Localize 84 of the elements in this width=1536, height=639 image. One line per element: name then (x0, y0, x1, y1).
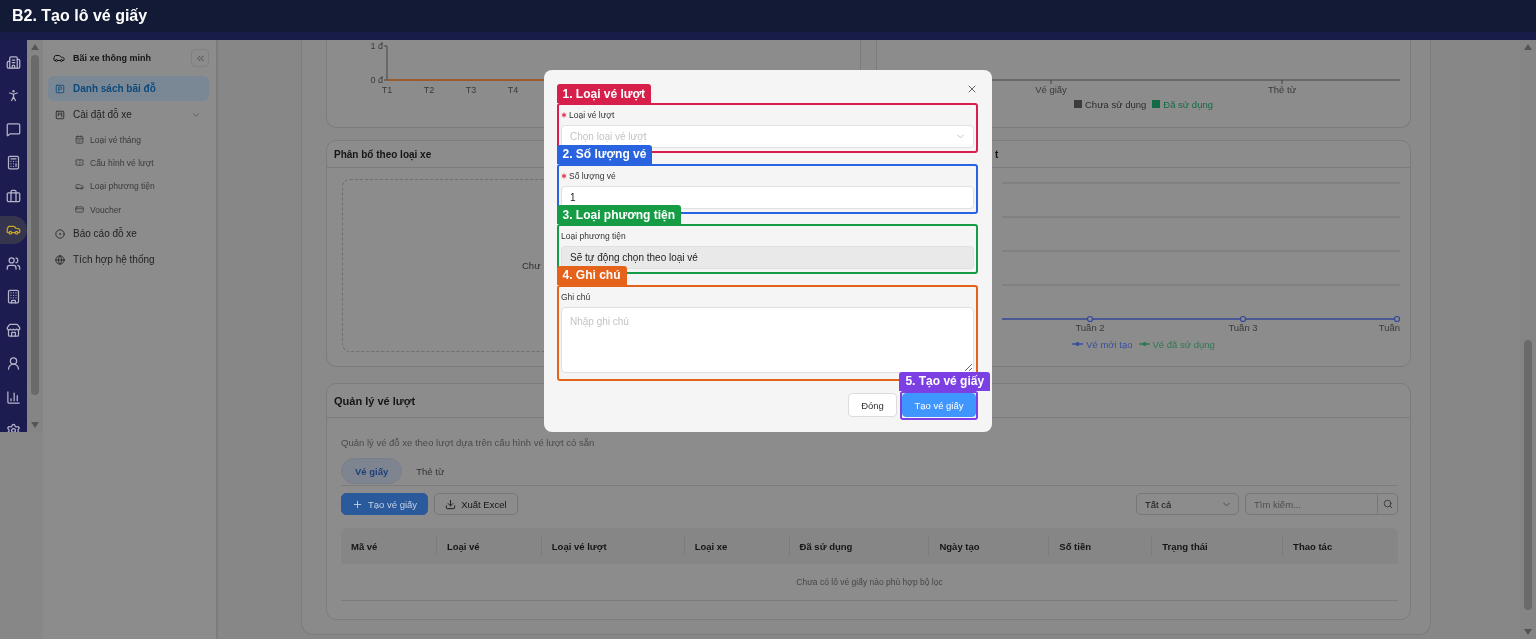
sidebar-subitem[interactable]: Loại phương tiện (48, 174, 209, 198)
step-tag: 5. Tạo vé giấy (899, 371, 991, 391)
x-tick-label: Thẻ từ (1268, 84, 1296, 95)
card-title: Quản lý vé lượt (334, 394, 416, 407)
card-title: t (995, 148, 999, 160)
note-field[interactable]: Nhập ghi chú (561, 306, 974, 373)
create-button[interactable]: Tạo vé giấy (902, 393, 976, 417)
chat-icon (6, 121, 21, 137)
column-header: Loại xe (683, 536, 789, 556)
field-label: Loại vé lượt (569, 110, 615, 120)
column-header: Loại vé (435, 536, 541, 556)
card-icon (75, 205, 84, 215)
office-icon (6, 289, 21, 304)
x-tick-label: T2 (423, 85, 435, 95)
board-icon (55, 109, 65, 120)
sidebar-item[interactable]: Tích hợp hệ thống (48, 247, 209, 273)
legend-item[interactable]: Vé mới tạo (1072, 338, 1133, 350)
export-button[interactable]: Xuất Excel (434, 493, 518, 515)
sidebar-item[interactable]: Cài đặt đỗ xe (48, 102, 209, 127)
search-field[interactable]: Tìm kiếm... (1245, 493, 1377, 515)
tab[interactable]: Thẻ từ (402, 458, 459, 484)
car-icon (75, 181, 84, 191)
legend-item[interactable]: Đã sử dụng (1152, 98, 1213, 110)
page-title: B2. Tạo lô vé giấy (12, 7, 148, 25)
sidebar-item[interactable]: Báo cáo đỗ xe (48, 221, 209, 247)
column-header: Loại vé lượt (540, 536, 684, 556)
dot-circle-icon (55, 228, 65, 239)
y-tick-label: 1 đ (370, 41, 383, 51)
card-description: Quản lý vé đỗ xe theo lượt dựa trên cấu hình vé lượt có sẵn (341, 437, 596, 449)
person-icon (6, 88, 21, 103)
nav-button[interactable] (0, 215, 27, 244)
column-header: Trạng thái (1151, 536, 1283, 556)
step-tag: 4. Ghi chú (556, 265, 627, 285)
column-header: Đã sử dụng (788, 536, 929, 556)
globe-icon (55, 254, 65, 265)
close-dialog-button[interactable]: Đóng (848, 393, 897, 417)
calculator-icon (6, 155, 21, 170)
user-icon (6, 356, 21, 371)
step-tag: 2. Số lượng vé (556, 144, 653, 164)
legend-item[interactable]: Chưa sử dụng (1074, 98, 1147, 110)
x-tick-label: Tuần 3 (1228, 322, 1258, 333)
search-button[interactable] (1377, 493, 1398, 515)
briefcase-icon (6, 188, 21, 204)
ticket-icon (75, 158, 84, 168)
parking-icon (55, 83, 65, 94)
close-button[interactable] (966, 83, 978, 95)
download-icon (445, 498, 457, 510)
x-tick-label: T1 (381, 85, 393, 95)
calendar-icon (75, 135, 84, 145)
filter-select[interactable]: Tất cả (1136, 493, 1239, 515)
building-icon (6, 54, 21, 70)
car-icon (53, 52, 65, 64)
card-title: Phân bổ theo loại xe (334, 148, 432, 160)
tab[interactable]: Vé giấy (341, 458, 403, 484)
sidebar-subitem[interactable]: Cấu hình vé lượt (48, 151, 209, 175)
bar-chart-icon (6, 389, 21, 405)
x-tick-label: Tuần (1378, 322, 1400, 333)
x-tick-label: T3 (465, 85, 477, 95)
users-icon (6, 255, 21, 271)
create-button[interactable]: Tạo vé giấy (341, 493, 429, 515)
empty-text: Chư (522, 260, 541, 271)
field-label: Loại phương tiện (561, 231, 626, 241)
sidebar-title: Bãi xe thông minh (73, 53, 152, 63)
sidebar-item[interactable]: Danh sách bãi đỗ (48, 76, 209, 101)
column-header: Mã vé (350, 539, 379, 554)
x-tick-label: T4 (507, 85, 519, 95)
close-icon (966, 83, 978, 95)
column-header: Ngày tạo (928, 536, 1049, 556)
step-tag: 1. Loại vé lượt (556, 84, 652, 103)
field-label: Ghi chú (561, 291, 591, 302)
input-field[interactable]: 1 (561, 185, 974, 209)
sidebar-subitem[interactable]: Voucher (48, 197, 209, 222)
plus-icon (352, 498, 363, 510)
field-label: Số lượng vé (569, 170, 616, 181)
x-tick-label: Tuần 2 (1075, 322, 1105, 333)
store-icon (6, 322, 21, 338)
sidebar-subitem[interactable]: Loại vé tháng (48, 128, 209, 152)
y-tick-label: 0 đ (370, 75, 383, 85)
column-header: Số tiền (1048, 536, 1152, 556)
step-tag: 3. Loại phương tiện (556, 205, 682, 224)
y-axis (383, 45, 388, 81)
column-header: Thao tác (1282, 536, 1398, 556)
x-tick-label: Vé giấy (1035, 84, 1067, 95)
search-icon (1382, 499, 1393, 509)
